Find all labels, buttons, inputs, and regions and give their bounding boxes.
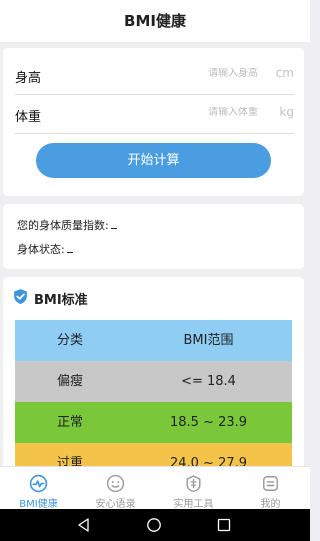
row-range: <= 18.4 <box>181 374 236 389</box>
app-title-bar: BMI健康 <box>0 0 310 42</box>
row-range: 18.5 ~ 23.9 <box>169 415 248 430</box>
nav-label: 安心语录 <box>95 499 136 510</box>
nav-label: 实用工具 <box>173 499 214 510</box>
nav-tools[interactable]: 实用工具 <box>155 467 232 510</box>
row-category: 偏瘦 <box>56 374 83 389</box>
status-result-label: 身体状态: <box>17 243 65 256</box>
bottom-nav: BMI健康 安心语录 实用工具 我的 <box>0 466 310 510</box>
heart-pulse-icon <box>29 474 48 493</box>
height-label: 身高 <box>15 71 42 86</box>
table-row: 正常 18.5 ~ 23.9 <box>15 402 292 443</box>
table-header-row: 分类 BMI范围 <box>15 320 292 361</box>
bmi-standard-table: 分类 BMI范围 偏瘦 <= 18.4 正常 18.5 ~ 23.9 过重 24… <box>15 320 292 477</box>
height-row: 身高 cm <box>15 57 294 95</box>
weight-row: 体重 kg <box>15 96 294 134</box>
nav-mine[interactable]: 我的 <box>232 467 309 510</box>
height-input[interactable] <box>128 68 258 79</box>
table-row: 偏瘦 <= 18.4 <box>15 361 292 402</box>
smile-icon <box>106 474 125 493</box>
system-nav-bar <box>0 509 310 541</box>
back-icon[interactable] <box>76 517 92 533</box>
nav-label: BMI健康 <box>19 499 58 510</box>
bmi-standard-card: BMI标准 分类 BMI范围 偏瘦 <= 18.4 正常 18.5 ~ 23.9… <box>3 277 304 477</box>
header-category: 分类 <box>56 333 83 348</box>
nav-bmi-health[interactable]: BMI健康 <box>0 467 77 510</box>
tools-icon <box>186 475 201 493</box>
standard-title: BMI标准 <box>34 293 88 308</box>
calculate-button[interactable]: 开始计算 <box>36 143 271 178</box>
profile-icon <box>263 476 278 491</box>
bmi-result-label: 您的身体质量指数: <box>17 219 109 232</box>
weight-label: 体重 <box>15 110 42 125</box>
bmi-result-value <box>110 218 117 229</box>
row-category: 正常 <box>56 415 83 430</box>
input-card: 身高 cm 体重 kg 开始计算 <box>3 48 304 196</box>
height-unit: cm <box>275 66 294 80</box>
nav-quotes[interactable]: 安心语录 <box>77 467 154 510</box>
result-card: 您的身体质量指数: 身体状态: <box>3 204 304 269</box>
weight-unit: kg <box>279 105 294 119</box>
nav-label: 我的 <box>260 499 281 510</box>
status-result-row: 身体状态: <box>17 241 73 257</box>
shield-check-icon <box>14 289 27 304</box>
recents-icon[interactable] <box>216 517 232 533</box>
home-icon[interactable] <box>146 517 162 533</box>
page-title: BMI健康 <box>124 12 186 30</box>
header-range: BMI范围 <box>183 333 234 348</box>
weight-input[interactable] <box>128 107 258 118</box>
bmi-result-row: 您的身体质量指数: <box>17 217 117 233</box>
status-result-value <box>66 242 73 253</box>
